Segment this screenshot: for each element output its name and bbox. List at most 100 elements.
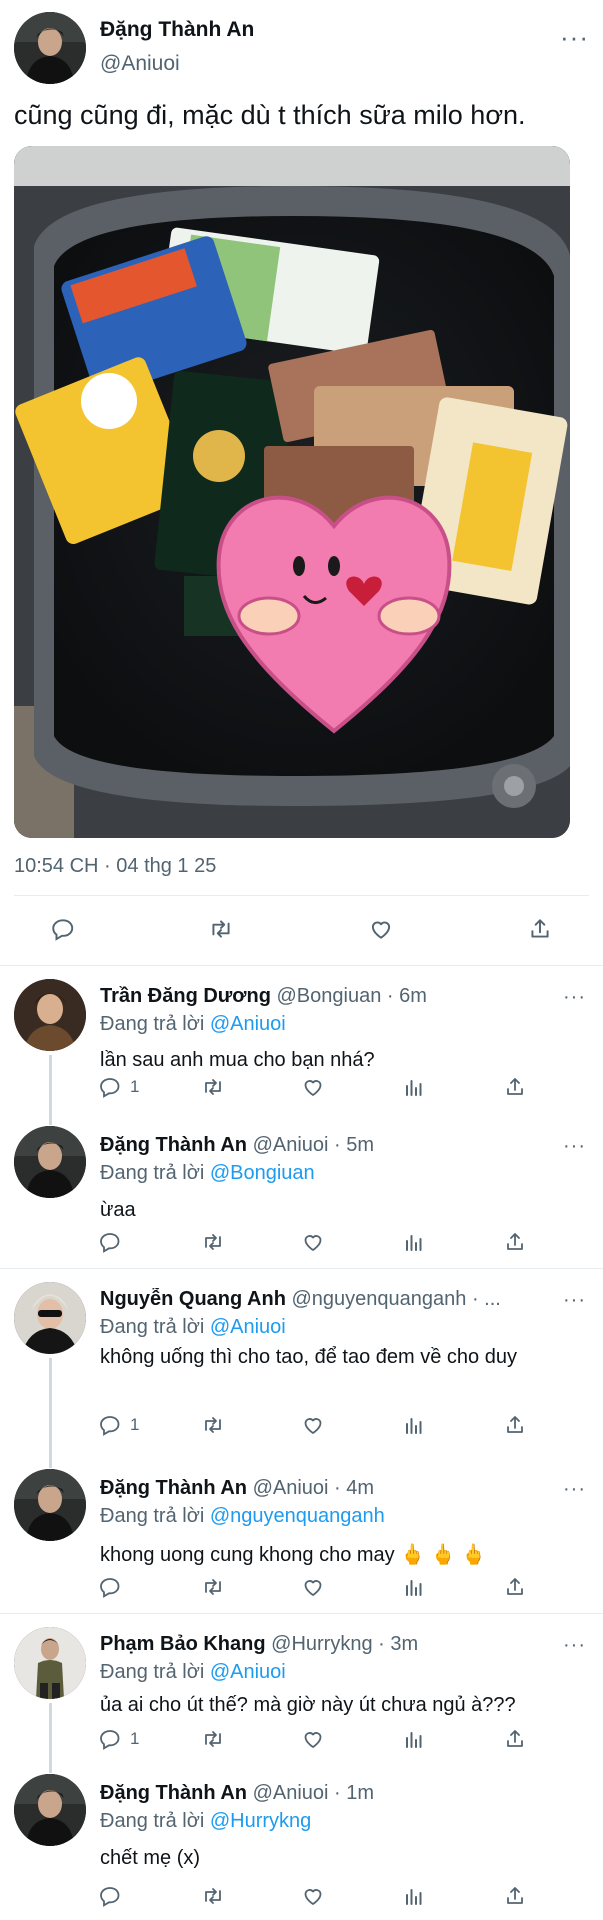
like-icon[interactable]: [367, 916, 395, 942]
reply-header: Nguyễn Quang Anh @nguyenquanganh · ...: [100, 1288, 555, 1311]
reply-text: ủa ai cho út thế? mà giờ này út chưa ngủ…: [100, 1694, 516, 1716]
analytics-icon[interactable]: [402, 1075, 426, 1099]
reply-author-meta[interactable]: @nguyenquanganh · ...: [291, 1288, 500, 1310]
reply-icon[interactable]: 1: [98, 1413, 139, 1437]
replying-prefix: Đang trả lời: [100, 1013, 210, 1035]
reply-tweet[interactable]: Đặng Thành An @Aniuoi · 5m ··· Đang trả …: [0, 1120, 603, 1268]
mention-link[interactable]: @Hurrykng: [210, 1810, 311, 1832]
reply-icon[interactable]: [50, 916, 76, 942]
reply-text: chết mẹ (x): [100, 1847, 201, 1869]
reply-author-meta[interactable]: @Aniuoi · 4m: [253, 1477, 374, 1499]
reply-header: Trần Đăng Dương @Bongiuan · 6m: [100, 985, 555, 1008]
share-icon[interactable]: [503, 1575, 527, 1599]
reply-actions: 1: [0, 1075, 603, 1105]
avatar[interactable]: [14, 1282, 86, 1354]
like-icon[interactable]: [300, 1413, 326, 1437]
more-icon[interactable]: ···: [563, 987, 586, 1007]
reply-author-name[interactable]: Đặng Thành An: [100, 1134, 247, 1156]
retweet-icon[interactable]: [207, 916, 235, 942]
reply-author-name[interactable]: Đặng Thành An: [100, 1477, 247, 1499]
replying-prefix: Đang trả lời: [100, 1162, 210, 1184]
reply-count: 1: [130, 1729, 140, 1748]
retweet-icon[interactable]: [200, 1575, 226, 1599]
author-avatar[interactable]: [14, 12, 86, 84]
reply-icon[interactable]: 1: [98, 1075, 139, 1099]
reply-author-name[interactable]: Đặng Thành An: [100, 1782, 247, 1804]
retweet-icon[interactable]: [200, 1413, 226, 1437]
mention-link[interactable]: @Aniuoi: [210, 1661, 286, 1683]
more-icon[interactable]: ···: [563, 1136, 586, 1156]
reply-author-meta[interactable]: @Hurrykng · 3m: [271, 1633, 418, 1655]
avatar[interactable]: [14, 1469, 86, 1541]
replying-prefix: Đang trả lời: [100, 1661, 210, 1683]
replying-to: Đang trả lời @nguyenquanganh: [100, 1505, 385, 1528]
tweet-timestamp[interactable]: 10:54 CH · 04 thg 1 25: [14, 855, 216, 878]
author-handle[interactable]: @Aniuoi: [100, 52, 180, 76]
reply-author-meta[interactable]: @Aniuoi · 5m: [253, 1134, 374, 1156]
reply-author-name[interactable]: Nguyễn Quang Anh: [100, 1288, 286, 1310]
reply-icon[interactable]: 1: [98, 1727, 139, 1751]
analytics-icon[interactable]: [402, 1727, 426, 1751]
reply-header: Đặng Thành An @Aniuoi · 1m: [100, 1782, 555, 1805]
replying-to: Đang trả lời @Aniuoi: [100, 1316, 286, 1339]
retweet-icon[interactable]: [200, 1727, 226, 1751]
reply-icon[interactable]: [98, 1575, 130, 1599]
analytics-icon[interactable]: [402, 1575, 426, 1599]
tweet-photo[interactable]: [14, 146, 570, 838]
mention-link[interactable]: @Bongiuan: [210, 1162, 315, 1184]
avatar[interactable]: [14, 1627, 86, 1699]
main-tweet: Đặng Thành An @Aniuoi ··· cũng cũng đi, …: [0, 0, 603, 965]
reply-icon[interactable]: [98, 1230, 130, 1254]
avatar[interactable]: [14, 979, 86, 1051]
retweet-icon[interactable]: [200, 1230, 226, 1254]
analytics-icon[interactable]: [402, 1413, 426, 1437]
more-icon[interactable]: ···: [563, 1635, 586, 1655]
replying-to: Đang trả lời @Hurrykng: [100, 1810, 311, 1833]
divider: [14, 895, 589, 896]
reply-tweet[interactable]: Nguyễn Quang Anh @nguyenquanganh · ... ·…: [0, 1268, 603, 1468]
tweet-text: cũng cũng đi, mặc dù t thích sữa milo hơ…: [14, 100, 526, 130]
share-icon[interactable]: [503, 1413, 527, 1437]
reply-text: khong uong cung khong cho may 🖕 🖕 🖕: [100, 1544, 487, 1566]
like-icon[interactable]: [300, 1727, 326, 1751]
reply-count: 1: [130, 1415, 140, 1434]
reply-actions: 1: [0, 1727, 603, 1757]
mention-link[interactable]: @Aniuoi: [210, 1316, 286, 1338]
reply-actions: [0, 1230, 603, 1260]
share-icon[interactable]: [503, 1727, 527, 1751]
reply-author-meta[interactable]: @Bongiuan · 6m: [277, 985, 427, 1007]
analytics-icon[interactable]: [402, 1884, 426, 1908]
reply-author-name[interactable]: Trần Đăng Dương: [100, 985, 271, 1007]
reply-tweet[interactable]: Trần Đăng Dương @Bongiuan · 6m ··· Đang …: [0, 965, 603, 1125]
reply-text: không uống thì cho tao, để tao đem về ch…: [100, 1346, 517, 1368]
replying-to: Đang trả lời @Aniuoi: [100, 1013, 286, 1036]
share-icon[interactable]: [503, 1075, 527, 1099]
more-icon[interactable]: ···: [563, 1479, 586, 1499]
mention-link[interactable]: @nguyenquanganh: [210, 1505, 385, 1527]
analytics-icon[interactable]: [402, 1230, 426, 1254]
share-icon[interactable]: [503, 1884, 527, 1908]
mention-link[interactable]: @Aniuoi: [210, 1013, 286, 1035]
more-icon[interactable]: ···: [560, 24, 589, 50]
like-icon[interactable]: [300, 1230, 326, 1254]
reply-tweet[interactable]: Đặng Thành An @Aniuoi · 1m Đang trả lời …: [0, 1768, 603, 1920]
author-name[interactable]: Đặng Thành An: [100, 18, 254, 42]
share-icon[interactable]: [503, 1230, 527, 1254]
retweet-icon[interactable]: [200, 1884, 226, 1908]
reply-icon[interactable]: [98, 1884, 130, 1908]
avatar[interactable]: [14, 1126, 86, 1198]
reply-tweet[interactable]: Phạm Bảo Khang @Hurrykng · 3m ··· Đang t…: [0, 1613, 603, 1773]
replying-prefix: Đang trả lời: [100, 1810, 210, 1832]
like-icon[interactable]: [300, 1075, 326, 1099]
share-icon[interactable]: [527, 916, 553, 942]
reply-tweet[interactable]: Đặng Thành An @Aniuoi · 4m ··· Đang trả …: [0, 1463, 603, 1613]
like-icon[interactable]: [300, 1884, 326, 1908]
like-icon[interactable]: [300, 1575, 326, 1599]
reply-author-meta[interactable]: @Aniuoi · 1m: [253, 1782, 374, 1804]
replying-prefix: Đang trả lời: [100, 1316, 210, 1338]
avatar[interactable]: [14, 1774, 86, 1846]
retweet-icon[interactable]: [200, 1075, 226, 1099]
reply-author-name[interactable]: Phạm Bảo Khang: [100, 1633, 266, 1655]
reply-header: Phạm Bảo Khang @Hurrykng · 3m: [100, 1633, 555, 1656]
more-icon[interactable]: ···: [563, 1290, 586, 1310]
